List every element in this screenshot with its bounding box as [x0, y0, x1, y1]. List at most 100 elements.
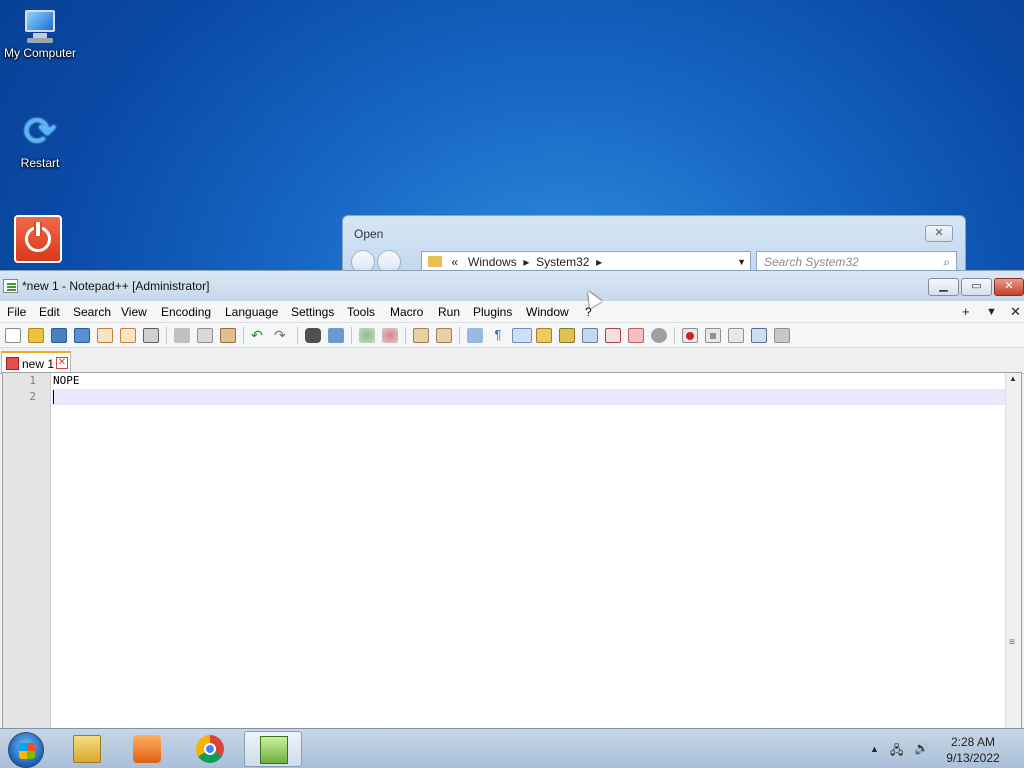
taskbar-chrome[interactable]: [181, 731, 239, 767]
udl-icon[interactable]: [536, 328, 552, 343]
redo-icon[interactable]: ↷: [274, 328, 290, 343]
function-list-icon[interactable]: [605, 328, 621, 343]
record-macro-icon[interactable]: [682, 328, 698, 343]
sync-vertical-icon[interactable]: [413, 328, 429, 343]
tab-bar: new 1 ✕: [0, 348, 1024, 374]
close-doc-icon[interactable]: ✕: [1010, 304, 1021, 320]
folder-workspace-icon[interactable]: [628, 328, 644, 343]
desktop-icon-power[interactable]: [14, 215, 64, 265]
address-dropdown-icon[interactable]: ▼: [737, 252, 746, 272]
menu-window[interactable]: Window: [526, 305, 569, 319]
clock-date: 9/13/2022: [946, 751, 1000, 765]
maximize-button[interactable]: ▭: [961, 278, 992, 296]
desktop-icon-label: Restart: [20, 156, 60, 170]
menu-settings[interactable]: Settings: [291, 305, 334, 319]
new-file-icon[interactable]: [5, 328, 21, 343]
notepadpp-window: *new 1 - Notepad++ [Administrator] ▁ ▭ ✕…: [0, 270, 1024, 729]
breadcrumb-windows[interactable]: Windows: [468, 255, 517, 269]
save-macro-icon[interactable]: [774, 328, 790, 343]
zoom-out-icon[interactable]: [382, 328, 398, 343]
breadcrumb-chevron: «: [451, 255, 459, 269]
new-tab-icon[interactable]: +: [962, 304, 970, 319]
menu-edit[interactable]: Edit: [39, 305, 60, 319]
save-all-icon[interactable]: [74, 328, 90, 343]
windows-logo-icon: [19, 743, 35, 759]
minimize-button[interactable]: ▁: [928, 278, 959, 296]
menu-encoding[interactable]: Encoding: [161, 305, 211, 319]
cut-icon[interactable]: [174, 328, 190, 343]
doc-list-icon[interactable]: [582, 328, 598, 343]
word-wrap-icon[interactable]: [467, 328, 483, 343]
menu-macro[interactable]: Macro: [390, 305, 423, 319]
scroll-up-icon[interactable]: ▲: [1009, 374, 1017, 383]
desktop-icon-my-computer[interactable]: My Computer: [0, 8, 80, 60]
power-icon: [14, 215, 62, 263]
chrome-icon: [196, 735, 224, 763]
notepadpp-app-icon: [3, 279, 18, 293]
sync-horizontal-icon[interactable]: [436, 328, 452, 343]
menu-bar: File Edit Search View Encoding Language …: [0, 301, 1024, 323]
save-icon[interactable]: [51, 328, 67, 343]
taskbar: ▲ 🖧 🔊 2:28 AM 9/13/2022: [0, 728, 1024, 768]
print-icon[interactable]: [143, 328, 159, 343]
dialog-close-button[interactable]: ✕: [925, 225, 953, 242]
search-icon: ⌕: [943, 255, 950, 269]
open-file-dialog: Open ✕ « Windows ▸ System32 ▸ ▼ Search S…: [342, 215, 966, 275]
system-clock[interactable]: 2:28 AM 9/13/2022: [938, 734, 1008, 766]
menu-search[interactable]: Search: [73, 305, 111, 319]
editor-line-current[interactable]: [52, 389, 1005, 405]
folder-icon: [428, 256, 442, 267]
editor-line[interactable]: NOPE: [52, 373, 1005, 389]
indent-guide-icon[interactable]: [512, 328, 532, 343]
stop-record-icon[interactable]: [705, 328, 721, 343]
open-file-icon[interactable]: [28, 328, 44, 343]
menu-language[interactable]: Language: [225, 305, 278, 319]
taskbar-notepadpp[interactable]: [244, 731, 302, 767]
network-icon[interactable]: 🖧: [890, 741, 903, 762]
doc-map-icon[interactable]: [559, 328, 575, 343]
media-player-icon: [133, 735, 161, 763]
find-icon[interactable]: [305, 328, 321, 343]
menu-tools[interactable]: Tools: [347, 305, 375, 319]
tab-label: new 1: [22, 357, 55, 371]
undo-icon[interactable]: ↶: [251, 328, 267, 343]
tab-list-dropdown-icon[interactable]: ▼: [986, 306, 997, 318]
close-icon[interactable]: [97, 328, 113, 343]
tab-new-1[interactable]: new 1 ✕: [1, 351, 71, 374]
restart-icon: ⟳: [23, 110, 57, 154]
desktop-icon-restart[interactable]: ⟳ Restart: [0, 110, 80, 170]
line-number: 1: [29, 374, 36, 387]
show-all-chars-icon[interactable]: ¶: [490, 328, 506, 343]
replace-icon[interactable]: [328, 328, 344, 343]
computer-icon: [19, 8, 61, 44]
zoom-in-icon[interactable]: [359, 328, 375, 343]
copy-icon[interactable]: [197, 328, 213, 343]
tab-close-icon[interactable]: ✕: [56, 357, 68, 369]
vertical-scrollbar[interactable]: ▲ ≡: [1005, 373, 1021, 728]
desktop-icon-label: My Computer: [3, 46, 77, 60]
window-title: *new 1 - Notepad++ [Administrator]: [22, 279, 210, 293]
close-button[interactable]: ✕: [994, 278, 1024, 296]
menu-plugins[interactable]: Plugins: [473, 305, 512, 319]
title-bar[interactable]: *new 1 - Notepad++ [Administrator] ▁ ▭ ✕: [0, 271, 1024, 301]
breadcrumb-system32[interactable]: System32: [536, 255, 589, 269]
show-hidden-icons-icon[interactable]: ▲: [870, 744, 879, 754]
scroll-grip-icon[interactable]: ≡: [1009, 637, 1015, 648]
close-all-icon[interactable]: [120, 328, 136, 343]
volume-icon[interactable]: 🔊: [914, 741, 929, 755]
taskbar-file-explorer[interactable]: [58, 731, 116, 767]
editor-area[interactable]: 1 2 NOPE ▲ ≡: [2, 372, 1022, 729]
text-caret: [53, 390, 54, 404]
line-number: 2: [29, 390, 36, 403]
line-number-gutter: 1 2: [3, 373, 51, 728]
menu-file[interactable]: File: [7, 305, 26, 319]
toolbar: ↶ ↷ ¶: [0, 323, 1024, 348]
run-macro-multiple-icon[interactable]: [751, 328, 767, 343]
menu-run[interactable]: Run: [438, 305, 460, 319]
start-button[interactable]: [8, 732, 44, 768]
menu-view[interactable]: View: [121, 305, 147, 319]
monitoring-icon[interactable]: [651, 328, 667, 343]
paste-icon[interactable]: [220, 328, 236, 343]
play-macro-icon[interactable]: [728, 328, 744, 343]
taskbar-media-player[interactable]: [118, 731, 176, 767]
